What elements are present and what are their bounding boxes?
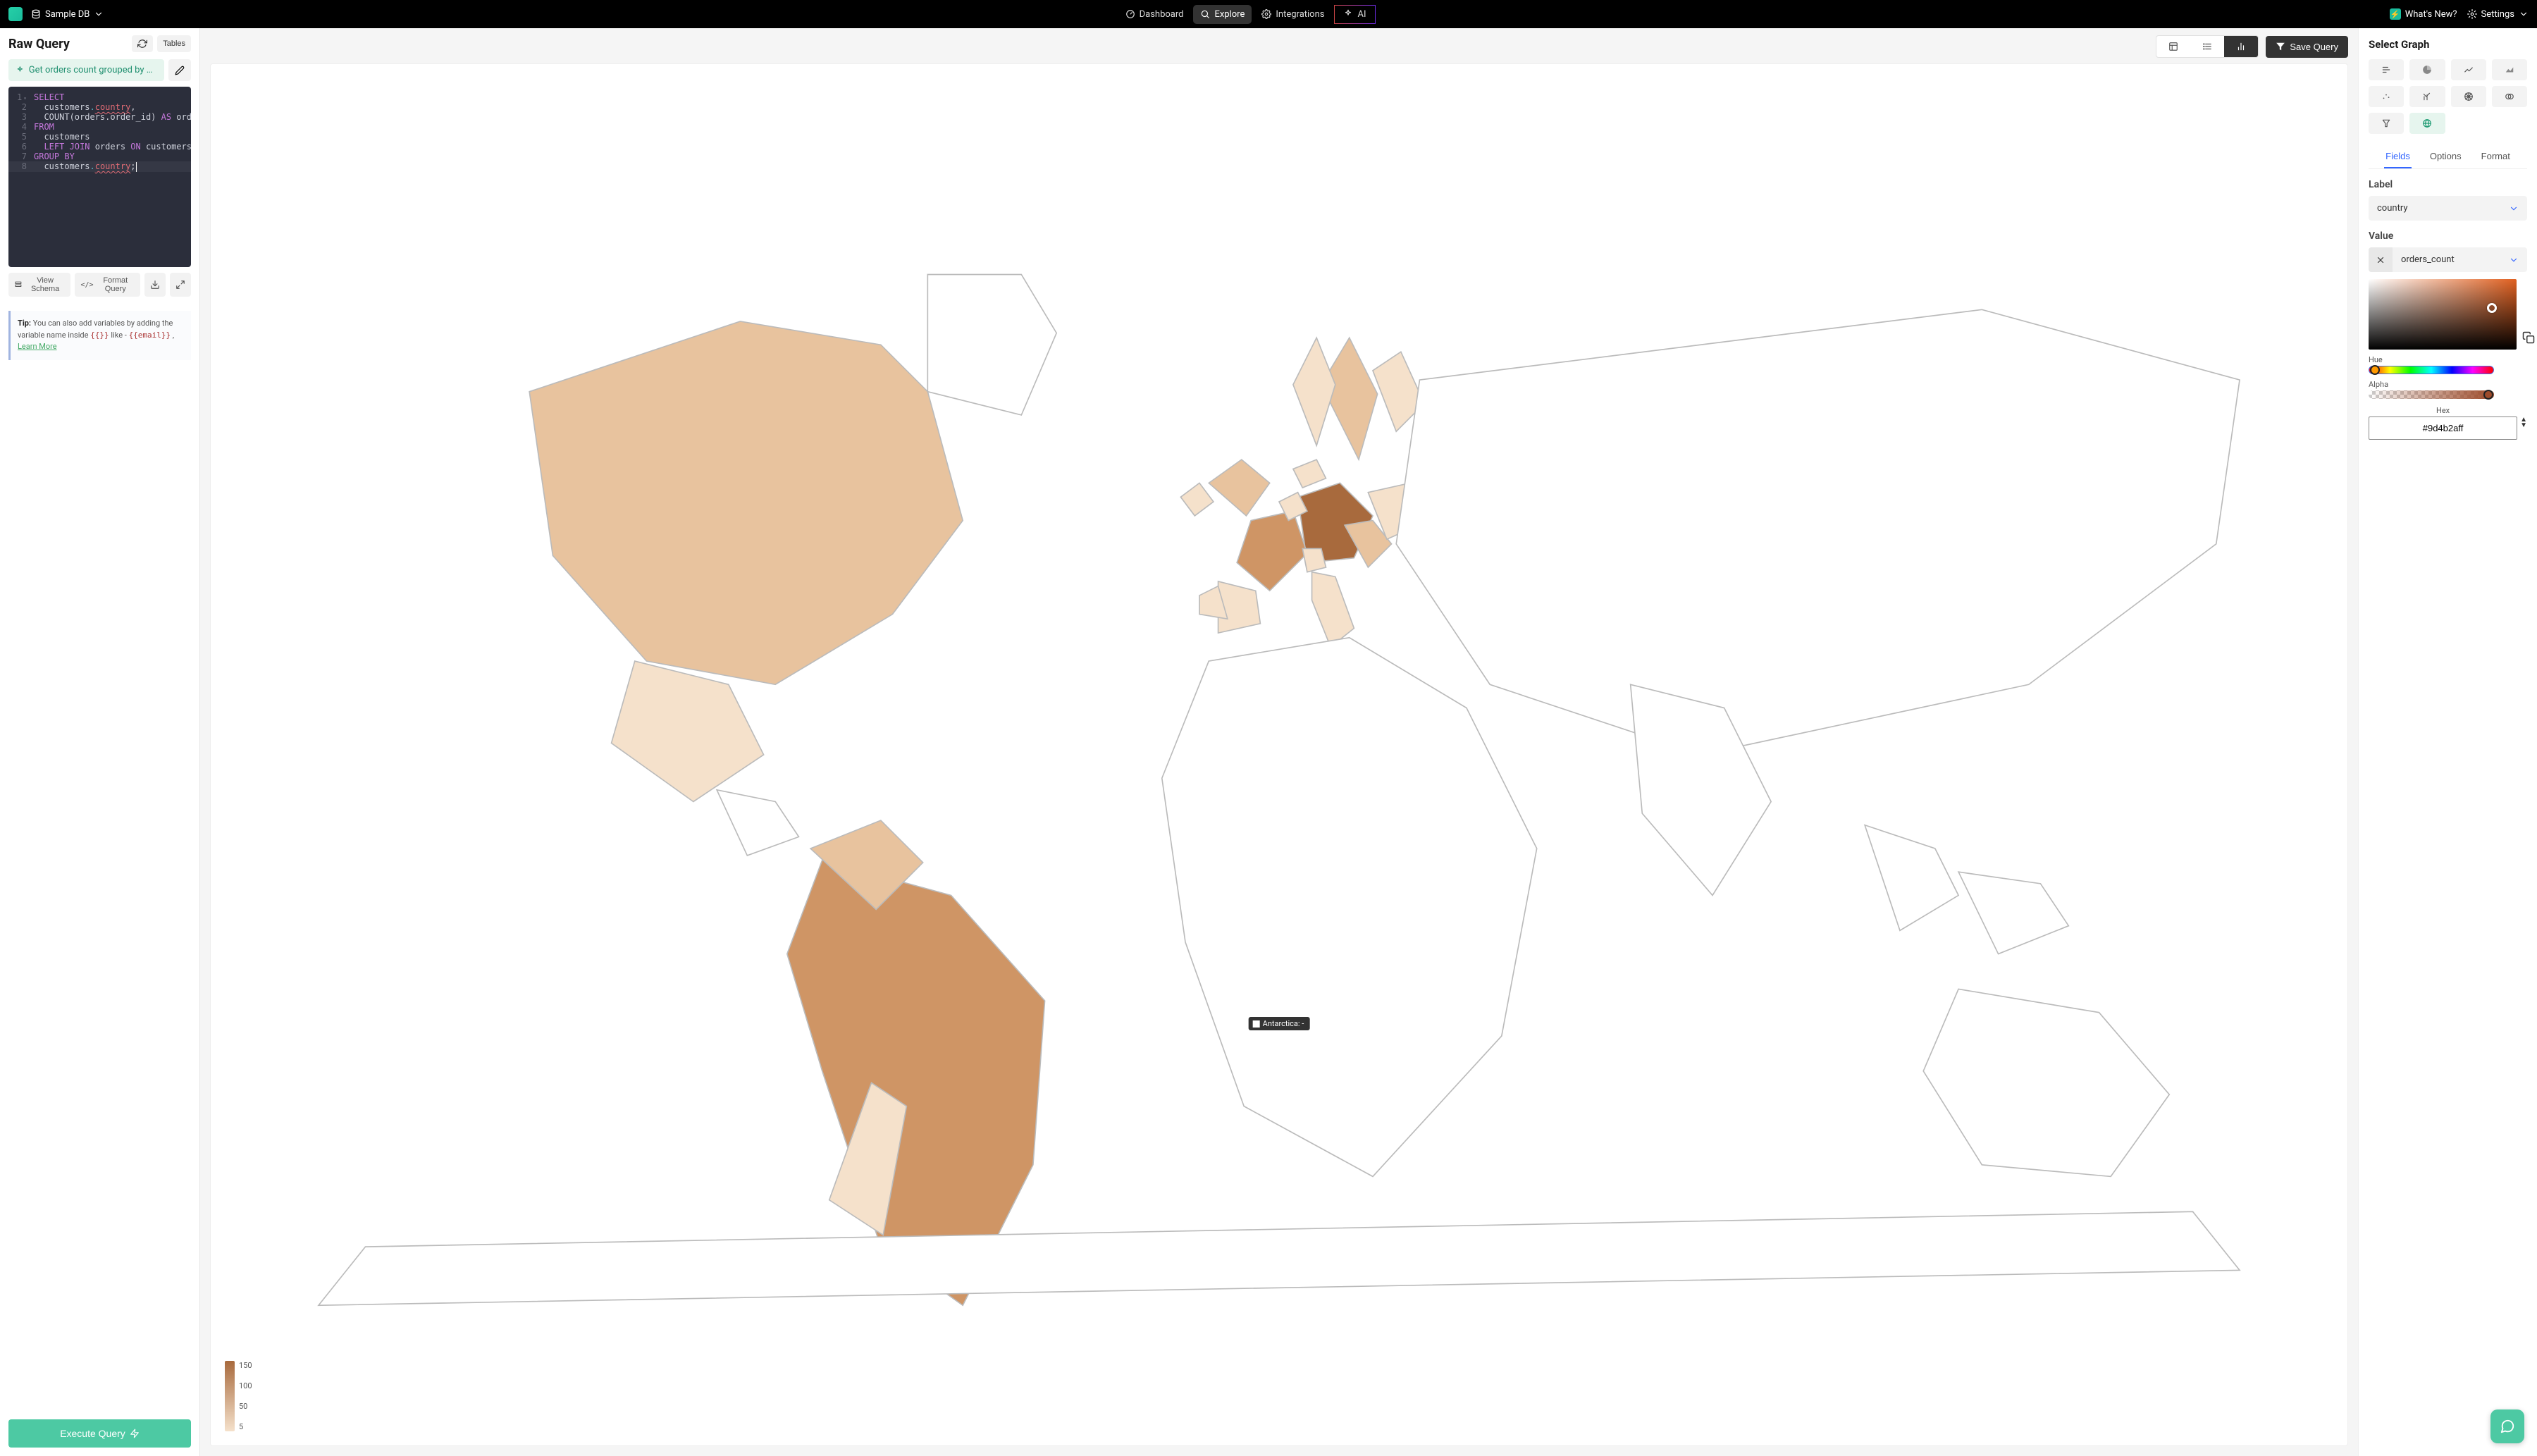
value-field-select[interactable]: orders_count xyxy=(2393,247,2527,272)
value-heading: Value xyxy=(2369,230,2527,242)
chevron-down-icon xyxy=(2509,204,2519,214)
save-query-button[interactable]: Save Query xyxy=(2266,36,2348,58)
chat-fab[interactable] xyxy=(2490,1409,2524,1443)
chart-view-button[interactable] xyxy=(2224,36,2258,57)
chat-icon xyxy=(2500,1419,2515,1434)
sparkle-icon xyxy=(1343,9,1353,19)
database-picker[interactable]: Sample DB xyxy=(31,9,104,20)
hex-input[interactable] xyxy=(2369,417,2517,440)
search-icon xyxy=(1200,9,1210,19)
pie-icon xyxy=(2422,65,2432,75)
format-query-button[interactable]: </> Format Query xyxy=(75,273,140,297)
chart-type-area[interactable] xyxy=(2492,59,2527,80)
hue-handle[interactable] xyxy=(2370,365,2380,375)
page-title: Raw Query xyxy=(8,37,70,51)
sql-editor[interactable]: 1▾SELECT 2 customers.country, 3 COUNT(or… xyxy=(8,87,191,267)
expand-button[interactable] xyxy=(170,273,191,297)
filter-icon xyxy=(2276,42,2285,51)
layers-icon xyxy=(14,280,23,290)
chart-type-combo[interactable] xyxy=(2409,86,2445,107)
learn-more-link[interactable]: Learn More xyxy=(18,342,57,351)
map-tooltip: Antarctica: - xyxy=(1249,1017,1310,1030)
chevron-down-icon xyxy=(94,9,104,19)
chart-type-line[interactable] xyxy=(2451,59,2486,80)
alpha-slider[interactable] xyxy=(2369,390,2494,399)
gear-icon xyxy=(1261,9,1271,19)
funnel-icon xyxy=(2381,118,2391,128)
combo-icon xyxy=(2422,92,2432,101)
tab-options[interactable]: Options xyxy=(2428,145,2463,168)
execute-query-button[interactable]: Execute Query xyxy=(8,1419,191,1448)
pencil-icon xyxy=(175,66,185,75)
whats-new-link[interactable]: ⚡ What's New? xyxy=(2390,8,2457,20)
chart-type-bar-horizontal[interactable] xyxy=(2369,59,2404,80)
refresh-icon xyxy=(137,39,147,49)
refresh-button[interactable] xyxy=(132,35,153,52)
download-icon xyxy=(150,280,160,290)
ai-prompt-chip[interactable]: Get orders count grouped by cust… xyxy=(8,59,164,81)
close-icon xyxy=(2376,255,2385,265)
chart-type-radar[interactable] xyxy=(2451,86,2486,107)
chevron-down-icon xyxy=(2519,9,2529,19)
nav-ai[interactable]: AI xyxy=(1334,5,1375,24)
view-schema-button[interactable]: View Schema xyxy=(8,273,70,297)
chart-type-world-map[interactable] xyxy=(2409,113,2445,134)
gear-icon xyxy=(2467,9,2477,19)
chart-type-scatter[interactable] xyxy=(2369,86,2404,107)
sparkle-icon xyxy=(16,66,25,75)
copy-color-button[interactable] xyxy=(2522,331,2535,347)
scatter-icon xyxy=(2381,92,2391,101)
nav-integrations[interactable]: Integrations xyxy=(1254,5,1331,24)
list-view-button[interactable] xyxy=(2190,36,2224,57)
alpha-handle[interactable] xyxy=(2483,390,2493,400)
world-choropleth-map[interactable]: Antarctica: - 150 100 50 5 xyxy=(210,63,2348,1446)
remove-value-button[interactable] xyxy=(2369,247,2393,272)
nav-dashboard[interactable]: Dashboard xyxy=(1118,5,1191,24)
gauge-icon xyxy=(1125,9,1135,19)
tab-fields[interactable]: Fields xyxy=(2384,145,2412,168)
bolt-icon: ⚡ xyxy=(2390,8,2401,20)
bolt-icon xyxy=(130,1429,140,1438)
tables-button[interactable]: Tables xyxy=(157,35,191,52)
saturation-handle[interactable] xyxy=(2487,303,2497,313)
copy-icon xyxy=(2522,331,2535,344)
table-view-button[interactable] xyxy=(2156,36,2190,57)
label-heading: Label xyxy=(2369,179,2527,190)
database-name: Sample DB xyxy=(45,9,89,20)
hbar-icon xyxy=(2381,65,2391,75)
grid-icon xyxy=(2168,42,2178,51)
panel-title: Select Graph xyxy=(2369,38,2527,51)
saturation-picker[interactable] xyxy=(2369,279,2517,350)
tab-format[interactable]: Format xyxy=(2480,145,2512,168)
venn-icon xyxy=(2505,92,2514,101)
result-view-toggle xyxy=(2156,35,2259,58)
chevron-down-icon xyxy=(2509,255,2519,265)
chart-type-funnel[interactable] xyxy=(2369,113,2404,134)
nav-explore[interactable]: Explore xyxy=(1193,5,1252,24)
globe-icon xyxy=(2422,118,2432,128)
database-icon xyxy=(31,9,41,19)
expand-icon xyxy=(175,280,185,290)
list-icon xyxy=(2202,42,2212,51)
chart-type-pie[interactable] xyxy=(2409,59,2445,80)
area-icon xyxy=(2505,65,2514,75)
settings-menu[interactable]: Settings xyxy=(2467,9,2529,20)
download-button[interactable] xyxy=(144,273,166,297)
label-field-select[interactable]: country xyxy=(2369,196,2527,221)
hex-spin-down[interactable]: ▼ xyxy=(2520,423,2527,428)
bar-chart-icon xyxy=(2236,42,2246,51)
line-icon xyxy=(2464,65,2474,75)
map-legend: 150 100 50 5 xyxy=(225,1361,252,1431)
tip-callout: Tip: You can also add variables by addin… xyxy=(8,311,191,360)
hue-slider[interactable] xyxy=(2369,366,2494,374)
edit-prompt-button[interactable] xyxy=(168,59,191,81)
chart-type-venn[interactable] xyxy=(2492,86,2527,107)
radar-icon xyxy=(2464,92,2474,101)
app-logo[interactable] xyxy=(8,7,23,21)
